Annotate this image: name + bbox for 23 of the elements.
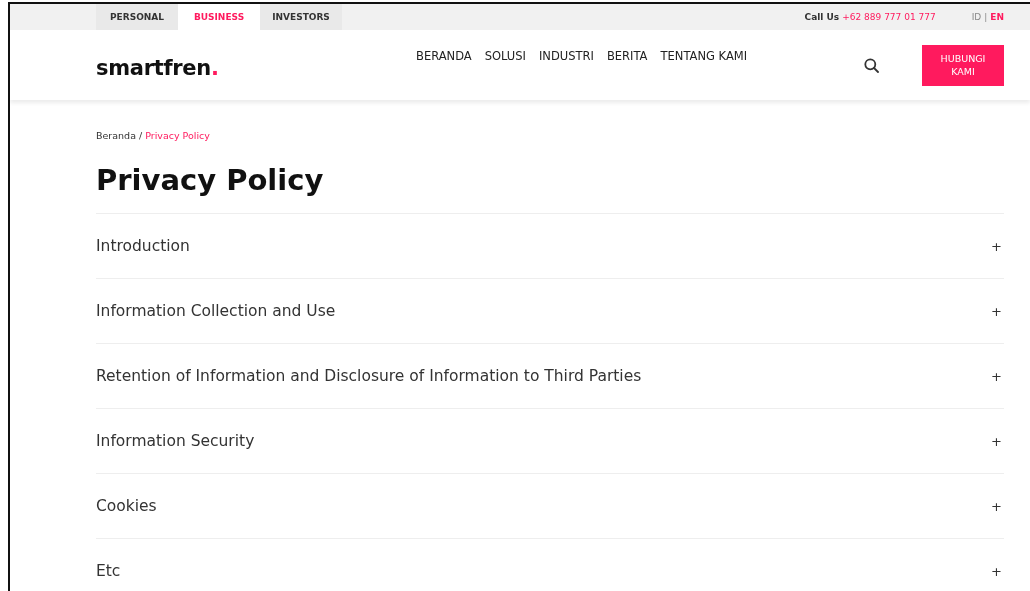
nav-link[interactable]: SOLUSI [484,49,526,63]
nav-link[interactable]: BERITA [606,49,648,63]
page-title: Privacy Policy [96,163,325,199]
nav-link[interactable]: INDUSTRI [538,49,594,63]
language-separator: | [984,12,988,22]
segment-tab[interactable]: INVESTORS [260,4,342,30]
accordion-item[interactable]: Information Security + [96,409,1004,474]
accordion-item[interactable]: Introduction + [96,214,1004,279]
segment-tab[interactable]: PERSONAL [96,4,178,30]
accordion-item[interactable]: Retention of Information and Disclosure of Information to Third Parties + [96,344,1004,409]
breadcrumb-separator: / [138,130,143,141]
accordion-item[interactable]: Etc + [96,539,1004,591]
breadcrumb-link[interactable]: Beranda [96,130,136,141]
call-us-label: Call Us [804,12,840,22]
breadcrumb-current: Privacy Policy [145,130,210,141]
logo[interactable]: smartfren. [96,56,416,80]
segment-tab[interactable]: BUSINESS [178,4,260,30]
nav-link[interactable]: TENTANG KAMI [660,49,748,63]
nav-link[interactable]: BERANDA [416,49,472,63]
accordion-item[interactable]: Information Collection and Use + [96,279,1004,344]
search-icon[interactable] [864,57,879,73]
accordion-item[interactable]: Cookies + [96,474,1004,539]
contact-button[interactable]: HUBUNGI KAMI [922,44,1004,86]
